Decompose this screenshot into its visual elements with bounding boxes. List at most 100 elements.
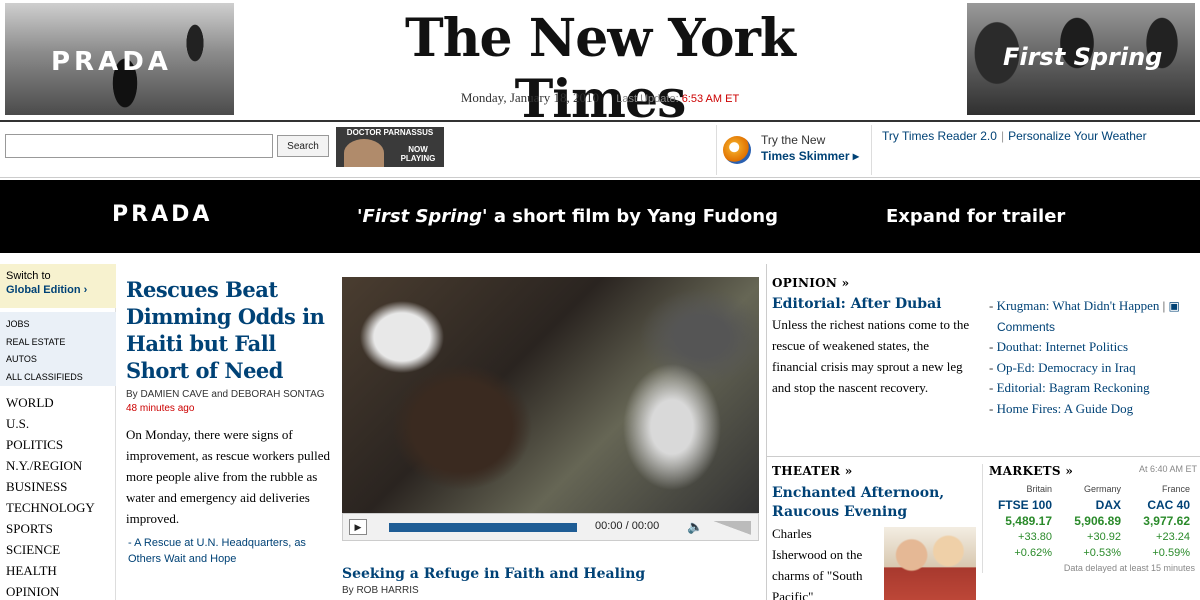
edition-label: Switch to — [6, 270, 51, 282]
market-percent: +0.59% — [1152, 547, 1190, 559]
skimmer-link[interactable]: Times Skimmer ▸ — [761, 149, 859, 163]
ad-film-title: First Spring — [1003, 43, 1163, 71]
nav-sports[interactable]: SPORTS — [6, 518, 95, 539]
market-country: Britain — [1026, 484, 1052, 494]
video-progress-bar[interactable] — [389, 523, 577, 532]
promo-subtitle: NOW PLAYING — [400, 145, 436, 163]
market-value: 5,489.17 — [1005, 514, 1052, 528]
prada-banner-ad[interactable]: PRADA 'First Spring' a short film by Yan… — [0, 180, 1200, 253]
opinion-headline[interactable]: Editorial: After Dubai — [772, 296, 977, 312]
nav-health[interactable]: HEALTH — [6, 560, 95, 581]
nav-business[interactable]: BUSINESS — [6, 476, 95, 497]
ad-brand-text: PRADA — [51, 47, 172, 77]
volume-icon[interactable]: 🔈 — [687, 519, 703, 535]
lead-sublink-text[interactable]: A Rescue at U.N. Headquarters, as Others… — [128, 537, 306, 565]
play-icon[interactable]: ▶ — [349, 519, 367, 535]
global-edition-switch[interactable]: Switch to Global Edition › — [0, 264, 116, 308]
dateline: Monday, January 18, 2010 Last Update: 6:… — [360, 90, 840, 106]
lead-authors: By DAMIEN CAVE and DEBORAH SONTAG — [126, 389, 325, 400]
theater-summary: Charles Isherwood on the charms of "Sout… — [772, 526, 863, 600]
personalize-weather-link[interactable]: Personalize Your Weather — [1008, 129, 1147, 143]
opinion-link[interactable]: - Krugman: What Didn't Happen | ▣ Commen… — [989, 296, 1199, 337]
theater-kicker[interactable]: THEATER » — [772, 464, 982, 478]
comments-link[interactable]: Comments — [997, 320, 1055, 334]
search-input[interactable] — [5, 134, 273, 158]
opinion-kicker[interactable]: OPINION » — [772, 276, 977, 290]
lead-sublink[interactable]: - A Rescue at U.N. Headquarters, as Othe… — [126, 535, 332, 567]
times-skimmer-icon — [723, 136, 751, 164]
left-navigation: Switch to Global Edition › JOBS REAL EST… — [0, 264, 116, 600]
market-country: France — [1161, 484, 1190, 494]
opinion-link-text[interactable]: Krugman: What Didn't Happen — [997, 298, 1160, 313]
lead-story: Rescues Beat Dimming Odds in Haiti but F… — [126, 276, 332, 567]
nav-all-classifieds[interactable]: ALL CLASSIFIEDS — [6, 369, 110, 387]
nav-jobs[interactable]: JOBS — [6, 316, 110, 334]
expand-trailer-button[interactable]: Expand for trailer — [886, 206, 1065, 227]
opinion-link[interactable]: - Douthat: Internet Politics — [989, 337, 1199, 358]
opinion-section: OPINION » Editorial: After Dubai Unless … — [772, 276, 977, 398]
times-reader-link[interactable]: Try Times Reader 2.0 — [882, 129, 997, 143]
first-spring-ad-right[interactable]: First Spring — [967, 3, 1195, 115]
last-update-time: 6:53 AM ET — [681, 93, 740, 105]
comments-icon: ▣ — [1168, 299, 1180, 313]
nav-real-estate[interactable]: REAL ESTATE — [6, 334, 110, 352]
markets-delay-note: Data delayed at least 15 minutes — [1063, 563, 1195, 573]
banner-film-text: 'First Spring' a short film by Yang Fudo… — [357, 206, 778, 227]
lead-summary: On Monday, there were signs of improveme… — [126, 427, 330, 526]
opinion-link-text[interactable]: Douthat: Internet Politics — [997, 339, 1128, 354]
search-button[interactable]: Search — [277, 135, 329, 157]
toolbar: Search DOCTOR PARNASSUS NOW PLAYING Try … — [0, 120, 1200, 178]
market-index-link[interactable]: FTSE 100 — [989, 497, 1058, 513]
market-change: +30.92 — [1087, 531, 1121, 543]
markets-kicker[interactable]: MARKETS » — [989, 464, 1073, 478]
opinion-link[interactable]: - Editorial: Bagram Reckoning — [989, 378, 1199, 399]
markets-section: MARKETS » At 6:40 AM ET Britain Germany … — [982, 464, 1200, 573]
market-index-link[interactable]: DAX — [1058, 497, 1127, 513]
opinion-link-text[interactable]: Editorial: Bagram Reckoning — [997, 380, 1150, 395]
opinion-link-text[interactable]: Op-Ed: Democracy in Iraq — [997, 360, 1136, 375]
video-story: Seeking a Refuge in Faith and Healing By… — [342, 566, 759, 596]
market-percent: +0.62% — [1014, 547, 1052, 559]
market-value: 3,977.62 — [1143, 514, 1190, 528]
markets-timestamp: At 6:40 AM ET — [1138, 464, 1197, 474]
right-column: OPINION » Editorial: After Dubai Unless … — [766, 264, 1200, 600]
nav-world[interactable]: WORLD — [6, 392, 95, 413]
theater-headline[interactable]: Enchanted Afternoon, Raucous Evening — [772, 484, 982, 522]
prada-ad-left[interactable]: PRADA — [5, 3, 234, 115]
masthead: PRADA The New York Times Monday, January… — [0, 0, 1200, 130]
global-edition-link[interactable]: Global Edition › — [6, 283, 110, 297]
nav-politics[interactable]: POLITICS — [6, 434, 95, 455]
banner-film-title: First Spring — [362, 206, 483, 227]
video-byline: By ROB HARRIS — [342, 585, 419, 596]
nav-science[interactable]: SCIENCE — [6, 539, 95, 560]
classifieds-box: JOBS REAL ESTATE AUTOS ALL CLASSIFIEDS — [0, 312, 116, 386]
nav-us[interactable]: U.S. — [6, 413, 95, 434]
video-controls: ▶ 00:00 / 00:00 🔈 — [342, 513, 759, 541]
promo-photo — [344, 139, 384, 167]
lead-headline[interactable]: Rescues Beat Dimming Odds in Haiti but F… — [126, 276, 332, 384]
date-text: Monday, January 18, 2010 — [460, 90, 599, 105]
video-headline[interactable]: Seeking a Refuge in Faith and Healing — [342, 566, 759, 582]
lead-byline: By DAMIEN CAVE and DEBORAH SONTAG 48 min… — [126, 388, 332, 416]
nav-opinion[interactable]: OPINION — [6, 581, 95, 600]
theater-photo[interactable] — [884, 527, 976, 600]
market-country: Germany — [1083, 484, 1121, 494]
volume-slider[interactable] — [713, 521, 751, 535]
banner-brand: PRADA — [112, 202, 213, 227]
nav-technology[interactable]: TECHNOLOGY — [6, 497, 95, 518]
times-skimmer-promo[interactable]: Try the New Times Skimmer ▸ — [716, 125, 872, 175]
nav-ny-region[interactable]: N.Y./REGION — [6, 455, 95, 476]
opinion-summary: Unless the richest nations come to the r… — [772, 317, 970, 395]
opinion-link[interactable]: - Op-Ed: Democracy in Iraq — [989, 358, 1199, 379]
market-index-link[interactable]: CAC 40 — [1127, 497, 1196, 513]
video-time: 00:00 / 00:00 — [595, 520, 660, 532]
nyt-logo[interactable]: The New York Times — [330, 8, 870, 130]
last-update-label: Last Update: — [616, 93, 679, 105]
doctor-parnassus-promo[interactable]: DOCTOR PARNASSUS NOW PLAYING — [336, 127, 444, 167]
nav-autos[interactable]: AUTOS — [6, 351, 110, 369]
opinion-link[interactable]: - Home Fires: A Guide Dog — [989, 399, 1199, 420]
opinion-link-text[interactable]: Home Fires: A Guide Dog — [997, 401, 1134, 416]
lead-timestamp: 48 minutes ago — [126, 403, 195, 414]
video-player[interactable] — [342, 277, 759, 513]
section-list: WORLD U.S. POLITICS N.Y./REGION BUSINESS… — [6, 392, 95, 600]
